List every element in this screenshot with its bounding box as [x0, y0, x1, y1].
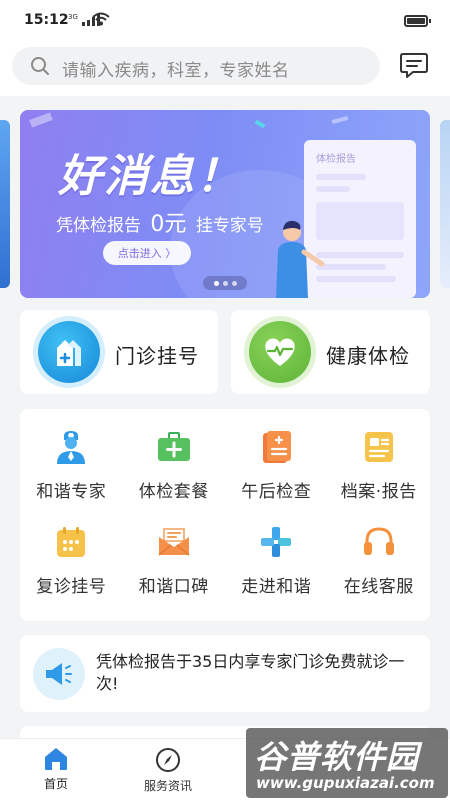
search-icon [31, 57, 49, 75]
service-follow-up-label: 复诊挂号 [36, 577, 107, 597]
report-file-icon [361, 429, 397, 465]
watermark-title: 谷普软件园 [254, 738, 420, 776]
status-time: 15:12 [24, 12, 69, 28]
notice-card[interactable]: 凭体检报告于35日内享专家门诊免费就诊一次! [20, 635, 430, 712]
headset-icon [361, 524, 397, 560]
search-placeholder: 请输入疾病，科室，专家姓名 [62, 61, 290, 81]
megaphone-icon [33, 648, 85, 700]
banner-decoration [29, 112, 53, 128]
compass-icon [156, 748, 180, 772]
calendar-icon [53, 524, 89, 560]
banner-enter-button[interactable]: 点击进入 〉 [103, 241, 191, 265]
tab-service-news-label: 服务资讯 [143, 779, 192, 793]
tab-home-label: 首页 [43, 777, 68, 791]
wifi-icon [92, 12, 110, 26]
service-expert[interactable]: 和谐专家 [20, 425, 123, 520]
service-reputation[interactable]: 和谐口碑 [123, 520, 226, 615]
health-check-card[interactable]: 健康体检 [231, 310, 430, 394]
banner-next-peek[interactable] [440, 120, 450, 288]
service-follow-up[interactable]: 复诊挂号 [20, 520, 123, 615]
banner-subtitle-amount: 0元 [150, 212, 187, 237]
banner-subtitle-suffix: 挂专家号 [195, 216, 264, 236]
banner-decoration [331, 115, 349, 125]
service-afternoon-check[interactable]: 午后检查 [225, 425, 328, 520]
banner-prev-peek[interactable] [0, 120, 10, 288]
service-online-support-label: 在线客服 [343, 577, 414, 597]
service-about[interactable]: 走进和谐 [225, 520, 328, 615]
service-records-report-label: 档案·报告 [340, 482, 417, 502]
promo-banner[interactable]: 好消息！ 凭体检报告 0元 挂专家号 点击进入 〉 体检报告 [20, 110, 430, 298]
service-expert-label: 和谐专家 [36, 482, 107, 502]
notice-text: 凭体检报告于35日内享专家门诊免费就诊一次! [96, 652, 405, 693]
chat-message-icon[interactable] [398, 51, 430, 81]
medical-kit-icon [156, 429, 192, 465]
carousel-indicator [203, 276, 247, 290]
service-checkup-package-label: 体检套餐 [138, 482, 209, 502]
checklist-icon [258, 429, 294, 465]
tab-home[interactable]: 首页 [16, 747, 96, 792]
search-bar[interactable]: 请输入疾病，科室，专家姓名 [12, 47, 380, 85]
services-grid-card: 和谐专家 体检套餐 午后检查 档案·报告 复诊挂号 和谐口碑 走进和谐 在线客服 [20, 409, 430, 621]
banner-subtitle: 凭体检报告 0元 挂专家号 [56, 206, 264, 238]
service-about-label: 走进和谐 [241, 577, 312, 597]
home-icon [45, 748, 67, 770]
site-watermark: 谷普软件园 www.gupuxiazai.com [246, 728, 448, 798]
report-title: 体检报告 [316, 154, 356, 165]
tab-service-news[interactable]: 服务资讯 [128, 747, 208, 794]
doctor-icon [53, 429, 89, 465]
health-check-label: 健康体检 [326, 344, 410, 368]
outpatient-register-card[interactable]: 门诊挂号 [20, 310, 218, 394]
service-online-support[interactable]: 在线客服 [328, 520, 431, 615]
outpatient-register-icon [38, 321, 100, 383]
banner-subtitle-prefix: 凭体检报告 [56, 216, 141, 236]
network-type: 3G [68, 13, 78, 21]
watermark-url: www.gupuxiazai.com [256, 774, 435, 792]
health-check-heart-icon [249, 321, 311, 383]
banner-headline: 好消息！ [58, 151, 242, 202]
service-reputation-label: 和谐口碑 [138, 577, 209, 597]
status-bar: 15:12 3G [0, 0, 450, 40]
doctor-figure-illustration [276, 220, 325, 298]
service-records-report[interactable]: 档案·报告 [328, 425, 431, 520]
outpatient-register-label: 门诊挂号 [115, 344, 199, 368]
service-afternoon-check-label: 午后检查 [241, 482, 312, 502]
battery-icon [404, 15, 431, 27]
hospital-cross-icon [258, 524, 294, 560]
banner-decoration [254, 119, 266, 129]
header: 请输入疾病，科室，专家姓名 [0, 40, 450, 96]
mail-review-icon [156, 524, 192, 560]
service-checkup-package[interactable]: 体检套餐 [123, 425, 226, 520]
